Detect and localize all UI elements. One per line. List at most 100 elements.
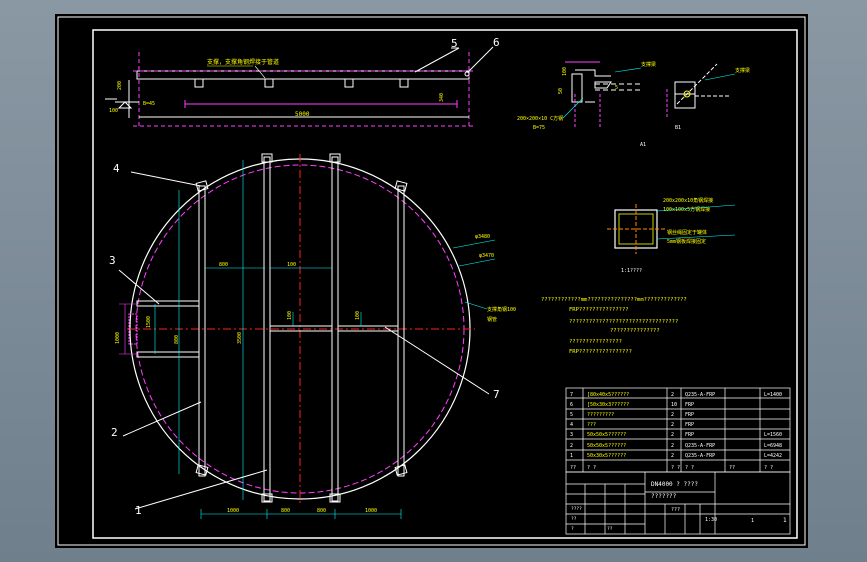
title-block-title: DN4000 ? ????	[651, 481, 698, 488]
parts-table-text: 7 [80x40x5?????? 2 Q235-A-FRP L=1400 6 [50x30x…	[570, 392, 782, 471]
parts-table-cell: 10	[671, 402, 677, 408]
note-5: ????????????????	[569, 339, 622, 345]
section-caption: 1:1????	[621, 268, 642, 274]
detail-a-label-3: B=75	[533, 125, 545, 131]
parts-table-cell: ?????????	[587, 412, 614, 418]
main-dim-7: 1500	[146, 316, 152, 328]
main-dim-5: 100	[287, 311, 293, 320]
main-dim-1: 800	[174, 335, 180, 344]
parts-table-cell: 6	[570, 402, 573, 408]
title-block-sheet: 1	[783, 517, 787, 524]
parts-table-cell: L=1560	[764, 432, 782, 438]
parts-table-cell: ???	[587, 422, 596, 428]
main-label-diam-1: φ3480	[475, 234, 490, 240]
parts-table-header: ? ?	[685, 465, 694, 471]
note-2: FRP???????????????	[569, 307, 629, 313]
part-label-5: 5	[451, 37, 458, 50]
parts-table-header: ? ?	[671, 465, 680, 471]
title-block-sheets: 1	[751, 518, 754, 524]
parts-table-cell: FRP	[685, 422, 694, 428]
top-view-dim-length: 5000	[295, 111, 310, 118]
main-dim-10: 800	[281, 508, 290, 514]
main-dim-2: 3500	[237, 332, 243, 344]
parts-table-cell: 2	[671, 453, 674, 459]
parts-table-cell: 2	[671, 432, 674, 438]
top-view-dim-1: 200	[117, 81, 123, 90]
detail-a-label-2: 200×200×10 C方钢	[517, 115, 563, 122]
part-label-2: 2	[111, 426, 118, 439]
parts-table-cell: 50x50x5??????	[587, 443, 626, 449]
top-view: B=45 支撑，支撑角钢焊接于管道 5000 200 100 340 5 6	[105, 36, 500, 127]
notes-block: ????????????mm???????????????mm?????????…	[541, 297, 687, 355]
top-view-dim-3: 340	[439, 93, 445, 102]
parts-table-cell: L=1400	[764, 392, 782, 398]
parts-table-cell: 3	[570, 432, 573, 438]
parts-table-cell: Q235-A-FRP	[685, 443, 715, 449]
drawing-sheet: B=45 支撑，支撑角钢焊接于管道 5000 200 100 340 5 6 1…	[55, 14, 808, 548]
main-label-diam-2: φ3470	[479, 253, 494, 259]
parts-table-cell: 2	[570, 443, 573, 449]
parts-table-cell: FRP	[685, 412, 694, 418]
parts-table-cell: 5	[570, 412, 573, 418]
main-dim-9: 1000	[227, 508, 239, 514]
section-label-4: 5mm钢板焊接固定	[667, 238, 706, 245]
parts-table-cell: 50x30x5??????	[587, 453, 626, 459]
detail-a-label-1: 支撑梁	[641, 61, 656, 68]
title-block-item-1: ???	[671, 507, 680, 513]
main-dim-4: 100	[287, 262, 296, 268]
note-1: ????????????mm???????????????mm?????????…	[541, 297, 687, 303]
parts-table-cell: 2	[671, 392, 674, 398]
parts-table-cell: 1	[570, 453, 573, 459]
top-view-note: 支撑，支撑角钢焊接于管道	[207, 58, 279, 66]
main-dim-8: 1000	[115, 332, 121, 344]
parts-table-cell: L=4242	[764, 453, 782, 459]
cad-viewport[interactable]: B=45 支撑，支撑角钢焊接于管道 5000 200 100 340 5 6 1…	[0, 0, 867, 562]
part-label-1: 1	[135, 504, 142, 517]
parts-table-cell: 7	[570, 392, 573, 398]
parts-table-cell: Q235-A-FRP	[685, 392, 715, 398]
main-dim-3: 800	[219, 262, 228, 268]
parts-table-cell: [80x40x5??????	[587, 392, 629, 398]
parts-table-cell: Q235-A-FRP	[685, 453, 715, 459]
section-label-1: 200x200x10角钢焊接	[663, 197, 713, 204]
main-label-pipe: 钢管	[487, 316, 497, 323]
parts-table-header: ??	[570, 465, 576, 471]
parts-table-header: ? ?	[587, 465, 596, 471]
detail-a-dim-1: 100	[562, 67, 568, 76]
parts-table-cell: [50x30x3??????	[587, 402, 629, 408]
main-dim-11: 800	[317, 508, 326, 514]
parts-table-cell: FRP	[685, 402, 694, 408]
note-4: ???????????????	[610, 328, 660, 334]
detail-b-label: 支撑梁	[735, 67, 750, 74]
part-label-4: 4	[113, 162, 120, 175]
parts-table	[565, 387, 791, 473]
detail-b-caption: B1	[675, 125, 681, 131]
parts-table-cell: 2	[671, 443, 674, 449]
title-block-scale: 1:30	[705, 517, 717, 523]
detail-a-caption: A1	[640, 142, 646, 148]
detail-a-dim-2: 50	[558, 88, 564, 94]
part-label-6: 6	[493, 36, 500, 49]
title-block-item-0: ????	[571, 506, 582, 512]
top-view-dim-2: 100	[109, 108, 118, 114]
detail-a-dim-3: 5	[615, 85, 618, 91]
parts-table-cell: 2	[671, 412, 674, 418]
section-label-3: 钢丝绳固定于罐体	[667, 229, 707, 236]
title-block-item-2: ??	[571, 516, 577, 522]
parts-table-header: ? ?	[764, 465, 773, 471]
parts-table-cell: L=6948	[764, 443, 782, 449]
parts-table-header: ??	[729, 465, 735, 471]
part-label-7: 7	[493, 388, 500, 401]
detail-b: 支撑梁 B1	[666, 63, 750, 131]
section-view: 200x200x10角钢焊接 100x100x5方钢焊接 钢丝绳固定于罐体 5m…	[607, 197, 736, 274]
main-dim-6: 100	[355, 311, 361, 320]
title-block-subtitle: ???????	[651, 493, 677, 500]
parts-table-cell: 50x50x5??????	[587, 432, 626, 438]
part-label-3: 3	[109, 254, 116, 267]
main-label-support: 支撑角钢100	[487, 306, 516, 313]
parts-table-cell: FRP	[685, 432, 694, 438]
drawing-canvas: B=45 支撑，支撑角钢焊接于管道 5000 200 100 340 5 6 1…	[57, 16, 806, 546]
title-block-item-3: ?	[571, 526, 574, 532]
parts-table-cell: 4	[570, 422, 573, 428]
section-label-2: 100x100x5方钢焊接	[663, 206, 710, 213]
